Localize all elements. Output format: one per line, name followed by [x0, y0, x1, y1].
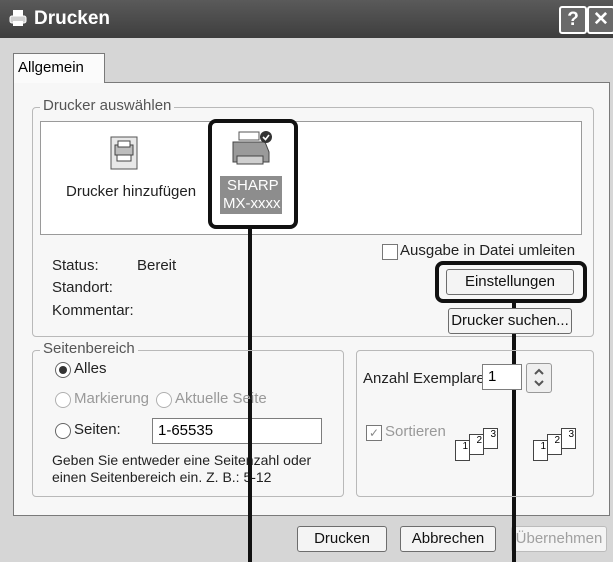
page-sheet: 1: [533, 440, 548, 461]
radio-selection-label: Markierung: [74, 390, 150, 407]
copies-count-input[interactable]: 1: [482, 364, 522, 390]
collate-label: Sortieren: [385, 423, 446, 440]
print-to-file-label: Ausgabe in Datei umleiten: [400, 242, 576, 259]
copies-spinner[interactable]: [526, 363, 552, 393]
radio-selection[interactable]: [55, 392, 71, 408]
page-sheet: 2: [547, 434, 562, 455]
print-dialog: Drucken ? ✕ Allgemein Drucker auswählen …: [0, 0, 613, 562]
location-label: Standort:: [52, 279, 113, 296]
window-title: Drucken: [34, 8, 111, 29]
page-sheet: 1: [455, 440, 470, 461]
status-label: Status:: [52, 257, 99, 274]
page-range-legend: Seitenbereich: [40, 340, 138, 357]
radio-all[interactable]: [55, 362, 71, 378]
help-button[interactable]: ?: [559, 6, 587, 34]
tab-general[interactable]: Allgemein: [13, 53, 105, 83]
find-printer-button[interactable]: Drucker suchen...: [448, 308, 572, 334]
pages-hint-line2: einen Seitenbereich ein. Z. B.: 5-12: [52, 469, 272, 485]
apply-button[interactable]: Übernehmen: [511, 526, 607, 552]
radio-current-page-label: Aktuelle Seite: [175, 390, 267, 407]
radio-all-dot: [59, 366, 67, 374]
radio-current-page[interactable]: [156, 392, 172, 408]
page-sheet: 3: [561, 428, 576, 449]
settings-callout-frame: [435, 261, 587, 303]
collate-illustration: 3 2 1 3 2 1: [455, 428, 590, 468]
add-printer-label: Drucker hinzufügen: [66, 183, 197, 200]
radio-all-label: Alles: [74, 360, 107, 377]
page-sheet: 2: [469, 434, 484, 455]
spinner-up-icon: [534, 368, 544, 375]
spinner-down-icon: [534, 380, 544, 387]
add-printer-icon: [110, 136, 138, 170]
status-value: Bereit: [137, 257, 177, 274]
printer-callout-frame: [208, 119, 298, 229]
add-printer-item[interactable]: Drucker hinzufügen: [62, 135, 202, 205]
radio-pages-label: Seiten:: [74, 421, 121, 438]
print-button[interactable]: Drucken: [297, 526, 387, 552]
printer-select-legend: Drucker auswählen: [40, 97, 175, 114]
printer-icon: [9, 10, 27, 26]
pages-hint-line1: Geben Sie entweder eine Seitenzahl oder: [52, 452, 312, 468]
radio-pages[interactable]: [55, 423, 71, 439]
collate-checkbox[interactable]: ✓: [366, 425, 382, 441]
pages-input[interactable]: 1-65535: [152, 418, 322, 444]
page-sheet: 3: [483, 428, 498, 449]
title-bar[interactable]: Drucken ? ✕: [0, 0, 613, 38]
cancel-button[interactable]: Abbrechen: [400, 526, 496, 552]
settings-callout-line-overlay: [512, 520, 516, 562]
printer-callout-line-overlay: [248, 400, 252, 562]
copies-count-label: Anzahl Exemplare:: [363, 370, 489, 387]
print-to-file-checkbox[interactable]: [382, 244, 398, 260]
comment-label: Kommentar:: [52, 302, 134, 319]
close-button[interactable]: ✕: [587, 6, 613, 34]
